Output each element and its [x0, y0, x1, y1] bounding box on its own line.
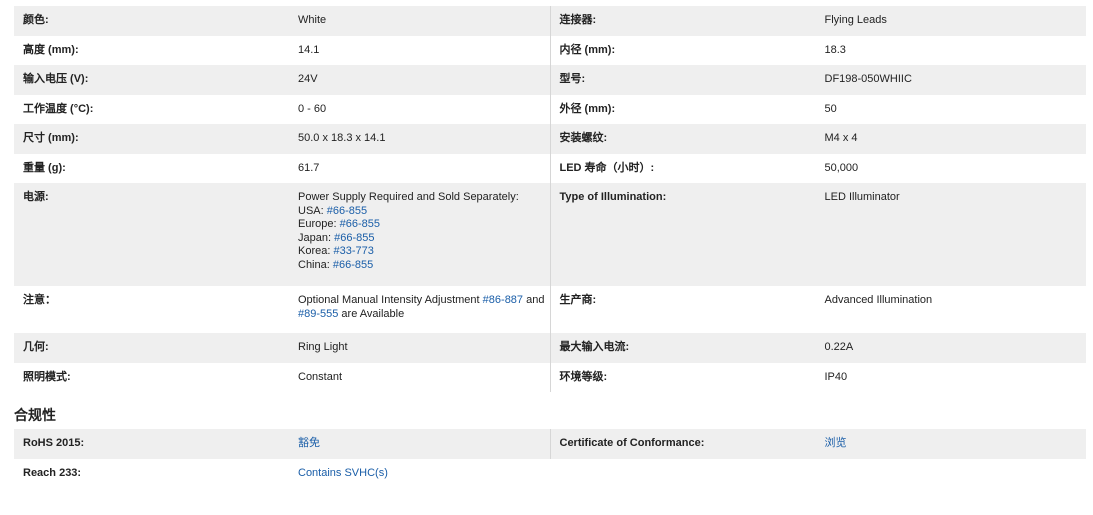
spec-row: 尺寸 (mm): 50.0 x 18.3 x 14.1 安装螺纹: M4 x 4	[14, 124, 1086, 154]
spec-value: 14.1	[298, 43, 320, 56]
compliance-label: Reach 233:	[23, 466, 82, 479]
product-link[interactable]: #86-887	[483, 294, 523, 306]
power-supply-value: Power Supply Required and Sold Separatel…	[289, 183, 550, 280]
spec-label: 连接器:	[559, 14, 597, 26]
certificate-view-link[interactable]: 浏览	[825, 437, 847, 449]
product-link[interactable]: #66-855	[340, 218, 380, 230]
compliance-table: RoHS 2015: 豁免 Certificate of Conformance:…	[14, 429, 1086, 488]
spec-value: 61.7	[298, 161, 320, 174]
spec-value: 50	[824, 102, 837, 115]
spec-value: LED Illuminator	[824, 191, 900, 203]
spec-label: 高度 (mm):	[23, 43, 79, 56]
spec-label: 输入电压 (V):	[23, 73, 89, 85]
spec-row: 几何: Ring Light 最大输入电流: 0.22A	[14, 333, 1086, 363]
spec-label: Type of Illumination:	[559, 191, 667, 203]
spec-row: 照明模式: Constant 环境等级: IP40	[14, 362, 1086, 392]
spec-value: Advanced Illumination	[824, 294, 933, 306]
reach-link[interactable]: Contains SVHC(s)	[298, 467, 388, 479]
spec-value: 50,000	[824, 161, 859, 174]
compliance-row: RoHS 2015: 豁免 Certificate of Conformance:…	[14, 429, 1086, 459]
note-value: Optional Manual Intensity Adjustment #86…	[298, 294, 545, 320]
spec-label: 外径 (mm):	[559, 102, 616, 115]
spec-label: 尺寸 (mm):	[23, 132, 79, 144]
spec-label: 内径 (mm):	[559, 43, 616, 56]
spec-row: 重量 (g): 61.7 LED 寿命（小时）: 50,000	[14, 153, 1086, 183]
power-line: Japan: #66-855	[298, 231, 375, 244]
spec-label: 最大输入电流:	[559, 341, 630, 353]
spec-value: Flying Leads	[824, 14, 887, 26]
power-line: Europe: #66-855	[298, 218, 380, 230]
spec-label: 环境等级:	[559, 370, 608, 383]
product-link[interactable]: #89-555	[298, 308, 338, 320]
rohs-link[interactable]: 豁免	[298, 437, 320, 449]
spec-row-power: 电源: Power Supply Required and Sold Separ…	[14, 183, 1086, 286]
spec-label: 重量 (g):	[23, 161, 66, 174]
spec-label: LED 寿命（小时）:	[559, 161, 655, 174]
compliance-heading: 合规性	[14, 407, 56, 423]
spec-value: DF198-050WHIIC	[824, 73, 912, 85]
spec-label: 颜色:	[23, 14, 49, 26]
spec-label: 安装螺纹:	[559, 132, 608, 144]
specifications-table: 颜色: White 连接器: Flying Leads 高度 (mm): 14.1 内…	[14, 6, 1086, 392]
spec-label: 几何:	[23, 341, 49, 353]
spec-row: 颜色: White 连接器: Flying Leads	[14, 6, 1086, 36]
compliance-label: Certificate of Conformance:	[559, 437, 705, 449]
spec-label: 电源:	[23, 191, 49, 203]
product-link[interactable]: #66-855	[334, 232, 374, 244]
power-line: Korea: #33-773	[298, 245, 374, 257]
spec-label: 生产商:	[559, 294, 597, 306]
spec-value: M4 x 4	[824, 132, 858, 144]
spec-row: 高度 (mm): 14.1 内径 (mm): 18.3	[14, 35, 1086, 65]
product-link[interactable]: #66-855	[333, 259, 373, 271]
spec-value: IP40	[824, 370, 848, 383]
product-link[interactable]: #66-855	[327, 205, 367, 217]
spec-value: 24V	[298, 73, 318, 85]
power-line: USA: #66-855	[298, 204, 368, 217]
spec-label: 注意：	[23, 294, 56, 306]
spec-value: Ring Light	[298, 341, 348, 353]
spec-row: 工作温度 (°C): 0 - 60 外径 (mm): 50	[14, 94, 1086, 124]
compliance-row: Reach 233: Contains SVHC(s)	[14, 459, 1086, 489]
spec-label: 工作温度 (°C):	[23, 102, 94, 115]
spec-label: 照明模式:	[23, 370, 71, 383]
spec-value: 0 - 60	[298, 102, 327, 115]
spec-row-note: 注意： Optional Manual Intensity Adjustment…	[14, 286, 1086, 333]
spec-value: Constant	[298, 370, 343, 383]
spec-value: 50.0 x 18.3 x 14.1	[298, 132, 386, 144]
spec-value: 0.22A	[824, 341, 854, 353]
product-link[interactable]: #33-773	[333, 245, 373, 257]
spec-value: 18.3	[824, 43, 846, 56]
spec-value: White	[298, 14, 327, 26]
power-line: China: #66-855	[298, 258, 374, 271]
spec-label: 型号:	[559, 73, 586, 85]
power-intro: Power Supply Required and Sold Separatel…	[298, 191, 519, 203]
compliance-label: RoHS 2015:	[23, 437, 85, 449]
spec-row: 输入电压 (V): 24V 型号: DF198-050WHIIC	[14, 65, 1086, 95]
